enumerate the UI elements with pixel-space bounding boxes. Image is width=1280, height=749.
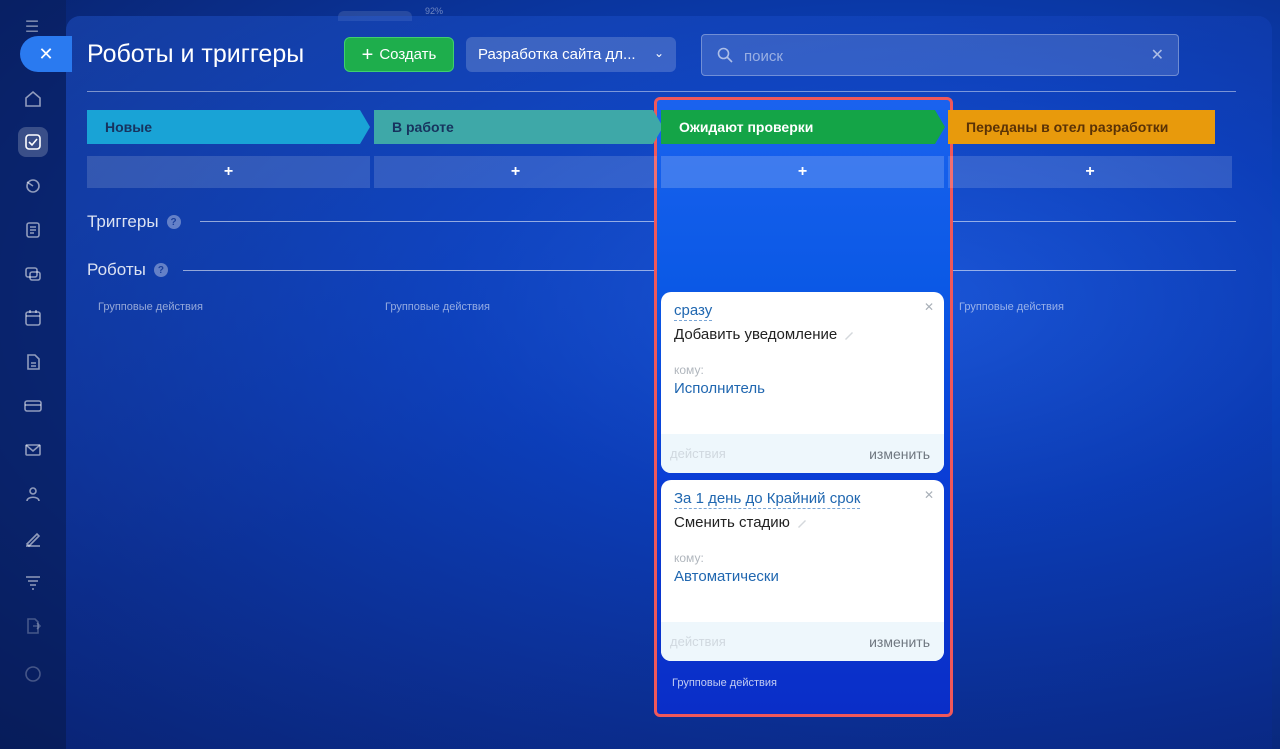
zoom-percent: 92%: [425, 6, 444, 16]
recipient-label: кому:: [674, 363, 704, 377]
stage-sent-to-dev[interactable]: Переданы в отел разработки: [948, 110, 1215, 144]
search-icon: [717, 47, 733, 63]
actions-link[interactable]: действия: [670, 446, 726, 461]
chat-icon[interactable]: [18, 259, 48, 289]
pencil-icon[interactable]: [796, 517, 808, 529]
crm-icon[interactable]: [18, 171, 48, 201]
menu-icon[interactable]: ☰: [22, 20, 42, 36]
stage-in-work[interactable]: В работе: [374, 110, 663, 144]
robots-divider: [953, 270, 1236, 271]
stage-label: Переданы в отел разработки: [966, 119, 1169, 135]
stage-new[interactable]: Новые: [87, 110, 370, 144]
stage-label: Новые: [105, 119, 153, 135]
help-icon[interactable]: ?: [153, 263, 168, 277]
robot-card-footer: действия изменить: [661, 622, 944, 661]
filter-icon[interactable]: [18, 567, 48, 597]
actions-link[interactable]: действия: [670, 634, 726, 649]
robots-section-title: Роботы ?: [87, 260, 168, 280]
group-actions-link[interactable]: Групповые действия: [959, 301, 1064, 313]
group-actions-link[interactable]: Групповые действия: [98, 301, 203, 313]
search-box[interactable]: ✕: [701, 34, 1179, 76]
robot-delay[interactable]: За 1 день до Крайний срок: [674, 490, 861, 509]
pipeline-select[interactable]: Разработка сайта дл... ⌄: [466, 37, 676, 72]
recipient-value[interactable]: Автоматически: [674, 568, 779, 585]
add-trigger-button[interactable]: +: [948, 156, 1232, 188]
stage-label: В работе: [392, 119, 454, 135]
calendar-icon[interactable]: [18, 303, 48, 333]
users-icon[interactable]: [18, 479, 48, 509]
search-input[interactable]: [744, 43, 1124, 69]
pencil-icon[interactable]: [843, 329, 855, 341]
add-trigger-button[interactable]: +: [661, 156, 944, 188]
robot-action: Сменить стадию: [674, 514, 808, 531]
robot-action-label: Сменить стадию: [674, 514, 790, 531]
group-actions-link[interactable]: Групповые действия: [385, 301, 490, 313]
export-icon[interactable]: [18, 611, 48, 641]
mail-icon[interactable]: [18, 435, 48, 465]
tasks-icon[interactable]: [18, 127, 48, 157]
clear-search-icon[interactable]: ✕: [1151, 45, 1164, 65]
add-trigger-button[interactable]: +: [87, 156, 370, 188]
close-icon[interactable]: ✕: [20, 36, 72, 72]
help-icon[interactable]: ?: [166, 215, 181, 229]
robot-delay[interactable]: сразу: [674, 302, 713, 321]
home-icon[interactable]: [18, 84, 48, 114]
create-button[interactable]: + Создать: [344, 37, 454, 72]
triggers-divider: [953, 221, 1236, 222]
robots-label: Роботы: [87, 260, 146, 279]
edit-link[interactable]: изменить: [869, 634, 930, 650]
sign-icon[interactable]: [18, 523, 48, 553]
triggers-divider: [200, 221, 654, 222]
triggers-section-title: Триггеры ?: [87, 212, 181, 232]
chevron-down-icon: ⌄: [653, 46, 664, 60]
robots-divider: [183, 270, 654, 271]
robot-action-label: Добавить уведомление: [674, 326, 838, 343]
file-icon[interactable]: [18, 347, 48, 377]
recipient-value[interactable]: Исполнитель: [674, 380, 765, 397]
group-actions-link[interactable]: Групповые действия: [672, 677, 777, 689]
page-title: Роботы и триггеры: [87, 40, 305, 68]
robot-card-footer: действия изменить: [661, 434, 944, 473]
left-sidebar: ☰: [0, 0, 66, 749]
close-icon[interactable]: ✕: [924, 300, 934, 314]
plus-icon: +: [361, 43, 374, 66]
robot-card[interactable]: ✕ сразу Добавить уведомление кому: Испол…: [661, 292, 944, 473]
recipient-label: кому:: [674, 551, 704, 565]
triggers-label: Триггеры: [87, 212, 159, 231]
pipeline-select-value: Разработка сайта дл...: [478, 46, 636, 63]
close-icon[interactable]: ✕: [924, 488, 934, 502]
card-icon[interactable]: [18, 391, 48, 421]
stage-label: Ожидают проверки: [679, 119, 814, 135]
docs-icon[interactable]: [18, 215, 48, 245]
add-trigger-button[interactable]: +: [374, 156, 657, 188]
header-divider: [87, 91, 1236, 92]
stage-awaiting-review[interactable]: Ожидают проверки: [661, 110, 945, 144]
robot-card[interactable]: ✕ За 1 день до Крайний срок Сменить стад…: [661, 480, 944, 661]
circle-icon[interactable]: [18, 659, 48, 689]
create-button-label: Создать: [379, 46, 437, 63]
edit-link[interactable]: изменить: [869, 446, 930, 462]
robot-action: Добавить уведомление: [674, 326, 855, 343]
